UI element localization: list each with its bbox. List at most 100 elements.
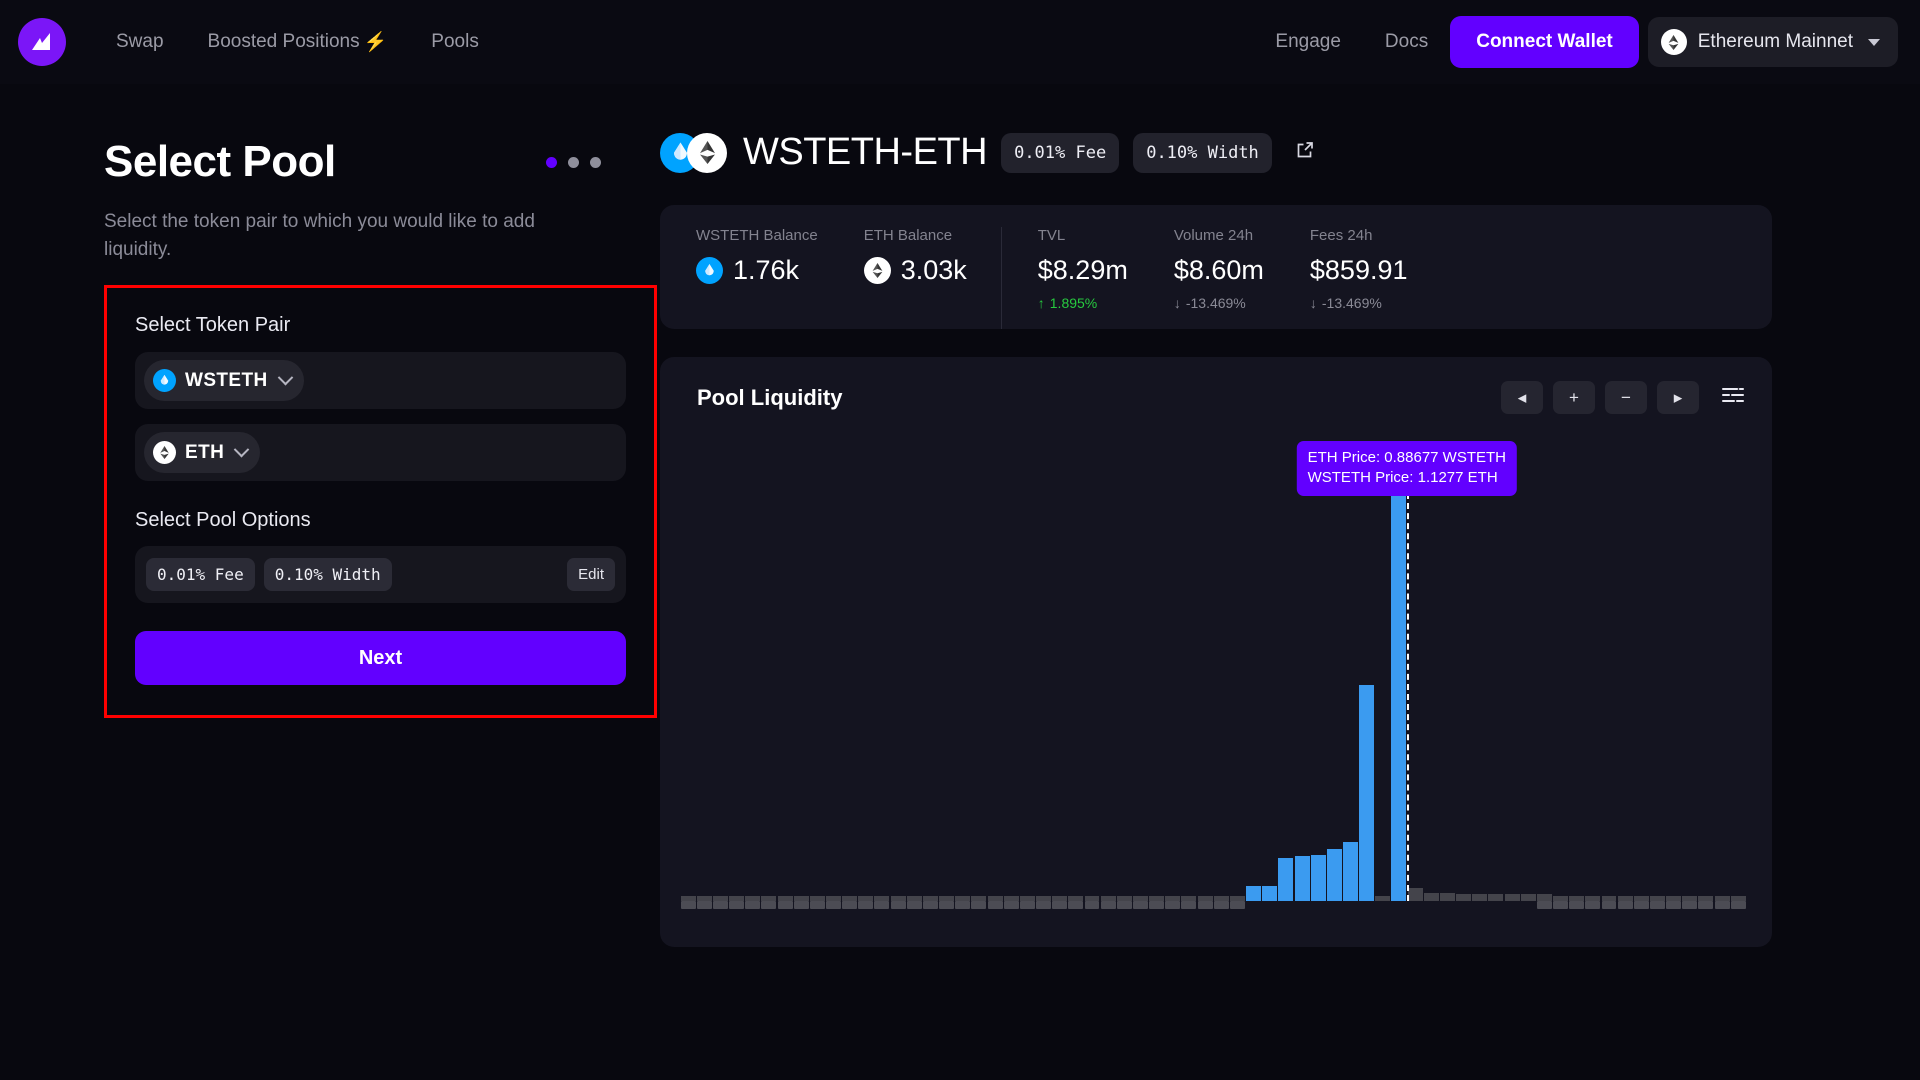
liquidity-bar[interactable] [1504, 893, 1520, 901]
token-a-row[interactable]: WSTETH [135, 352, 626, 410]
chevron-down-icon [233, 441, 250, 458]
step-dot-1[interactable] [546, 156, 557, 168]
stat-wsteth-balance: WSTETH Balance 1.76k [660, 227, 828, 329]
page-content: Select Pool Select the token pair to whi… [0, 84, 1920, 1080]
liquidity-bar[interactable] [1278, 858, 1294, 901]
liquidity-axis-ticks [680, 901, 1746, 909]
axis-tick [1149, 901, 1165, 909]
token-pair-label: Select Token Pair [135, 314, 291, 337]
axis-tick [696, 901, 712, 909]
page-title: Select Pool [104, 137, 336, 186]
pan-right-button[interactable]: ▸ [1657, 381, 1699, 414]
axis-tick [1343, 901, 1358, 909]
pool-fee-pill: 0.01% Fee [1001, 132, 1120, 173]
axis-tick [745, 901, 761, 909]
nav-item-engage[interactable]: Engage [1253, 23, 1363, 61]
axis-tick [1295, 901, 1310, 909]
liquidity-bar[interactable] [1488, 893, 1504, 901]
nav-item-docs[interactable]: Docs [1363, 23, 1450, 61]
axis-tick [761, 901, 777, 909]
axis-tick [1456, 901, 1471, 909]
axis-tick [1197, 901, 1213, 909]
axis-tick [826, 901, 841, 909]
liquidity-bar[interactable] [1536, 893, 1552, 901]
chart-header: Pool Liquidity ◂ + − ▸ [680, 381, 1746, 414]
liquidity-bar[interactable] [1423, 893, 1439, 901]
zoom-out-button[interactable]: − [1605, 381, 1647, 414]
axis-tick [842, 901, 858, 909]
nav-item-pools[interactable]: Pools [409, 23, 501, 61]
stat-delta: ↑ 1.895% [1038, 295, 1128, 311]
header-actions: Engage Docs Connect Wallet Ethereum Main… [1253, 16, 1898, 68]
edit-pool-options-button[interactable]: Edit [567, 558, 615, 592]
axis-tick [1617, 901, 1633, 909]
liquidity-bar[interactable] [1472, 893, 1488, 901]
axis-tick [1585, 901, 1601, 909]
liquidity-bar[interactable] [1326, 849, 1342, 901]
token-a-selector[interactable]: WSTETH [144, 360, 304, 402]
cowswap-logo-icon [32, 33, 50, 50]
axis-tick [987, 901, 1003, 909]
network-selector[interactable]: Ethereum Mainnet [1647, 17, 1898, 67]
stat-value: $8.29m [1038, 255, 1128, 286]
liquidity-bar[interactable] [1359, 684, 1375, 901]
nav-item-swap[interactable]: Swap [94, 23, 186, 61]
axis-tick [1714, 901, 1730, 909]
axis-tick [1132, 901, 1148, 909]
axis-tick [1116, 901, 1132, 909]
next-button[interactable]: Next [135, 631, 626, 686]
liquidity-bar[interactable] [1343, 841, 1358, 901]
liquidity-bar[interactable] [1310, 854, 1326, 901]
tooltip-line-1: ETH Price: 0.88677 WSTETH [1307, 449, 1507, 466]
main-nav: Swap Boosted Positions ⚡ Pools [94, 22, 501, 62]
liquidity-bar[interactable] [1262, 885, 1278, 901]
stat-delta-value: -13.469% [1321, 295, 1382, 311]
liquidity-bar[interactable] [1294, 855, 1310, 901]
axis-tick [1019, 901, 1035, 909]
connect-wallet-button[interactable]: Connect Wallet [1450, 16, 1639, 68]
arrow-down-icon: ↓ [1309, 295, 1317, 311]
axis-tick [1262, 901, 1277, 909]
external-link-icon[interactable] [1294, 139, 1316, 166]
axis-tick [1052, 901, 1068, 909]
axis-tick [680, 901, 696, 909]
step-dot-3[interactable] [590, 156, 601, 168]
liquidity-bar[interactable] [1407, 888, 1423, 901]
axis-tick [1213, 901, 1229, 909]
token-b-selector[interactable]: ETH [144, 432, 261, 474]
pool-pair-icons [660, 132, 727, 173]
stat-value: $859.91 [1310, 255, 1408, 286]
axis-tick [1536, 901, 1552, 909]
nav-item-boosted-positions[interactable]: Boosted Positions ⚡ [186, 22, 410, 62]
axis-tick [939, 901, 955, 909]
pan-left-button[interactable]: ◂ [1501, 381, 1543, 414]
liquidity-bar[interactable] [1439, 893, 1455, 901]
stat-value: 1.76k [696, 255, 818, 286]
axis-tick [1649, 901, 1665, 909]
liquidity-bar[interactable] [1391, 441, 1407, 901]
liquidity-bar[interactable] [1456, 893, 1472, 901]
liquidity-plot[interactable]: ETH Price: 0.88677 WSTETH WSTETH Price: … [680, 441, 1746, 923]
pool-width-pill: 0.10% Width [1133, 132, 1272, 173]
axis-tick [858, 901, 874, 909]
liquidity-bar[interactable] [1246, 885, 1262, 901]
liquidity-bar[interactable] [1520, 893, 1536, 901]
axis-tick [1165, 901, 1181, 909]
axis-tick [729, 901, 745, 909]
zoom-in-button[interactable]: + [1553, 381, 1595, 414]
bolt-icon: ⚡ [363, 32, 388, 53]
stat-value: 3.03k [863, 255, 967, 286]
axis-tick [1505, 901, 1520, 909]
sliders-icon[interactable] [1720, 383, 1746, 412]
wsteth-icon [696, 257, 723, 284]
ethereum-icon [1660, 29, 1687, 55]
axis-tick [890, 901, 906, 909]
axis-tick [874, 901, 890, 909]
stat-number: 1.76k [733, 255, 800, 285]
stat-value: $8.60m [1174, 255, 1264, 286]
axis-tick [1569, 901, 1585, 909]
axis-tick [1408, 901, 1423, 909]
token-b-row[interactable]: ETH [135, 424, 626, 482]
app-logo[interactable] [18, 18, 66, 66]
step-dot-2[interactable] [568, 156, 579, 168]
